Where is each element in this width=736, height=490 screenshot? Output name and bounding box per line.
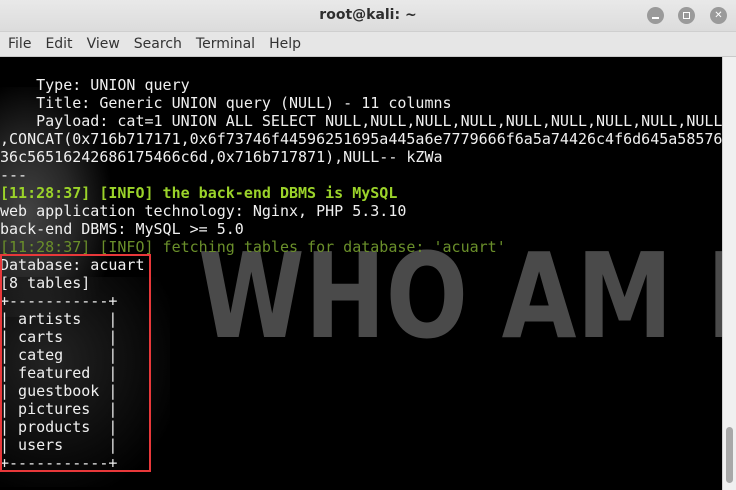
menu-file[interactable]: File	[0, 36, 38, 52]
menu-search[interactable]: Search	[127, 36, 189, 52]
maximize-icon[interactable]	[678, 7, 695, 24]
menu-help[interactable]: Help	[262, 36, 308, 52]
menu-view[interactable]: View	[80, 36, 127, 52]
highlight-box	[0, 254, 151, 472]
terminal-output-area[interactable]: WHO AM I Type: UNION query Title: Generi…	[0, 57, 722, 490]
scrollbar[interactable]	[722, 57, 736, 490]
terminal-line: back-end DBMS: MySQL >= 5.0	[0, 220, 244, 238]
terminal-line: web application technology: Nginx, PHP 5…	[0, 202, 407, 220]
window-title: root@kali: ~	[319, 7, 417, 23]
terminal-line: 36c56516242686175466c6d,0x716b717871),NU…	[0, 148, 443, 166]
menu-edit[interactable]: Edit	[38, 36, 79, 52]
menu-terminal[interactable]: Terminal	[189, 36, 262, 52]
scrollbar-thumb[interactable]	[726, 427, 733, 483]
terminal-line: Title: Generic UNION query (NULL) - 11 c…	[0, 94, 452, 112]
terminal-line: [11:28:37] [INFO] the back-end DBMS is M…	[0, 184, 398, 202]
terminal-line: Type: UNION query	[0, 76, 190, 94]
title-bar[interactable]: root@kali: ~ ✕	[0, 0, 736, 32]
minimize-icon[interactable]	[647, 7, 664, 24]
terminal-window: root@kali: ~ ✕ File Edit View Search Ter…	[0, 0, 736, 490]
terminal-line: ,CONCAT(0x716b717171,0x6f73746f445962516…	[0, 130, 722, 148]
close-icon[interactable]: ✕	[710, 7, 727, 24]
terminal-line: Payload: cat=1 UNION ALL SELECT NULL,NUL…	[0, 112, 722, 130]
terminal-line: ---	[0, 166, 28, 184]
menu-bar: File Edit View Search Terminal Help	[0, 32, 736, 57]
